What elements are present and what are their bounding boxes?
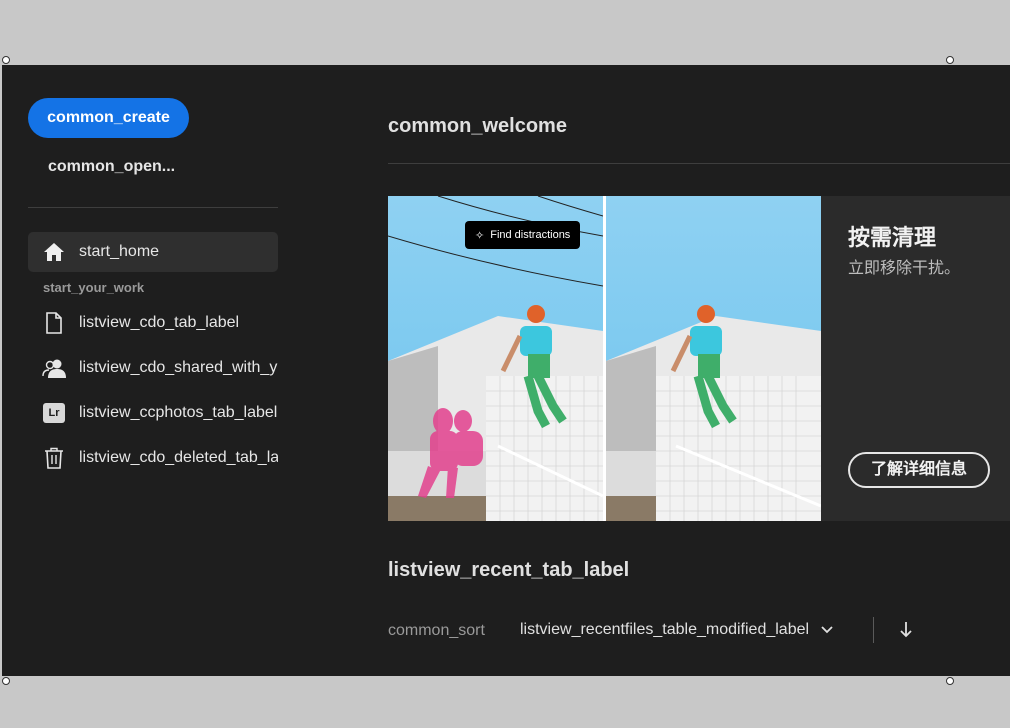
sort-label: common_sort — [388, 622, 485, 639]
sort-dropdown[interactable]: listview_recentfiles_table_modified_labe… — [520, 621, 833, 639]
magic-wand-icon: ✧ — [475, 229, 485, 242]
sidebar-item-cdo[interactable]: listview_cdo_tab_label — [28, 303, 278, 343]
banner-photo-before: ✧ Find distractions — [388, 196, 603, 521]
lightroom-icon-text: Lr — [43, 403, 65, 423]
sidebar-item-home[interactable]: start_home — [28, 232, 278, 272]
create-button[interactable]: common_create — [28, 98, 189, 138]
sidebar-item-ccphotos[interactable]: Lr listview_ccphotos_tab_label — [28, 393, 278, 433]
chevron-down-icon — [821, 626, 833, 634]
home-icon — [42, 240, 66, 264]
banner-subtitle: 立即移除干扰。 — [848, 260, 961, 277]
sidebar-item-label: listview_cdo_shared_with_you_ — [79, 359, 278, 376]
sidebar-item-deleted[interactable]: listview_cdo_deleted_tab_label — [28, 438, 278, 478]
arrow-down-icon — [900, 622, 912, 638]
sidebar-item-label: listview_cdo_tab_label — [79, 314, 240, 331]
promo-banner: ✧ Find distractions 按需清理 立即移除干扰。 了解详细信息 — [388, 196, 1010, 521]
resize-handle-top-right[interactable] — [946, 56, 954, 64]
section-heading: start_your_work — [43, 280, 145, 295]
trash-icon — [42, 446, 66, 470]
lightroom-icon: Lr — [42, 401, 66, 425]
sidebar-item-shared[interactable]: listview_cdo_shared_with_you_ — [28, 348, 278, 388]
banner-photo-after — [606, 196, 821, 521]
find-distractions-label: Find distractions — [490, 229, 571, 241]
resize-handle-bottom-left[interactable] — [2, 677, 10, 685]
sidebar-item-label: listview_cdo_deleted_tab_label — [79, 449, 278, 466]
open-button[interactable]: common_open... — [48, 158, 175, 176]
learn-more-button[interactable]: 了解详细信息 — [848, 452, 990, 488]
sidebar-item-label: start_home — [79, 243, 160, 260]
resize-handle-bottom-right[interactable] — [946, 677, 954, 685]
recent-section-title: listview_recent_tab_label — [388, 559, 630, 581]
shared-users-icon — [42, 356, 66, 380]
find-distractions-tag: ✧ Find distractions — [465, 221, 581, 249]
sidebar-item-label: listview_ccphotos_tab_label — [79, 404, 278, 421]
document-icon — [42, 311, 66, 335]
header-divider — [388, 163, 1010, 164]
app-window: common_create common_open... start_home … — [2, 65, 1010, 676]
resize-handle-top-left[interactable] — [2, 56, 10, 64]
banner-title: 按需清理 — [848, 225, 937, 250]
page-title: common_welcome — [388, 115, 567, 137]
sidebar-divider — [28, 207, 278, 208]
sort-direction-button[interactable] — [896, 619, 916, 641]
sort-dropdown-value: listview_recentfiles_table_modified_labe… — [520, 621, 810, 638]
sort-separator — [873, 617, 874, 643]
